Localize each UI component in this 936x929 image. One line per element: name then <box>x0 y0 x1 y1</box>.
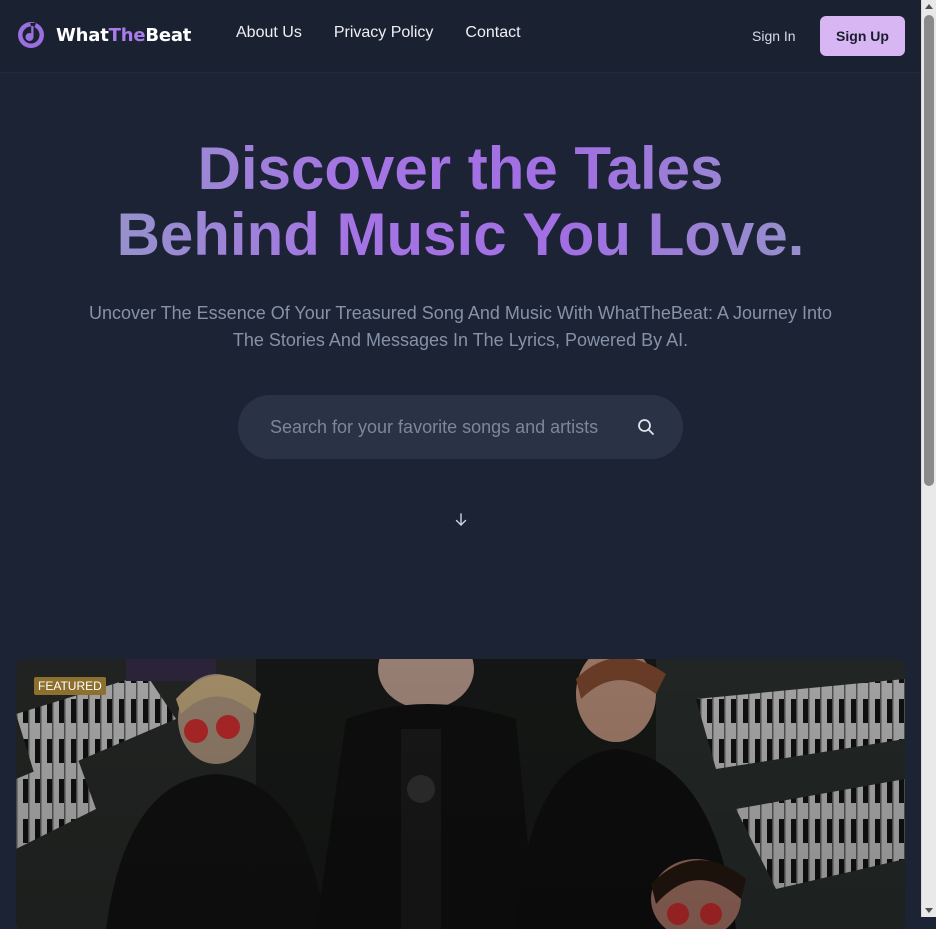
page-scrollbar[interactable] <box>921 0 936 917</box>
music-note-logo-icon <box>18 22 44 48</box>
sign-up-button[interactable]: Sign Up <box>820 16 905 56</box>
brand-logo[interactable]: WhatTheBeat <box>16 19 191 51</box>
brand-name: WhatTheBeat <box>56 25 191 46</box>
search-icon <box>638 419 654 435</box>
hero-subtitle-line-1: Uncover The Essence Of Your Treasured So… <box>88 303 833 323</box>
nav-about-us[interactable]: About Us <box>236 24 302 42</box>
hero-subtitle: Uncover The Essence Of Your Treasured So… <box>80 300 841 354</box>
search-input[interactable] <box>238 395 618 459</box>
nav-contact[interactable]: Contact <box>465 24 520 42</box>
scroll-up-arrow-icon[interactable] <box>925 4 933 9</box>
brand-name-accent: The <box>108 24 146 46</box>
nav-privacy-policy[interactable]: Privacy Policy <box>334 24 434 42</box>
scrollbar-thumb[interactable] <box>924 15 934 486</box>
featured-image <box>16 659 905 929</box>
main-nav: About Us Privacy Policy Contact <box>236 24 521 42</box>
search-button[interactable] <box>630 411 662 443</box>
search-bar <box>238 395 683 459</box>
featured-badge: FEATURED <box>34 677 106 695</box>
scroll-down-arrow-icon[interactable] <box>925 908 933 913</box>
site-header: WhatTheBeat About Us Privacy Policy Cont… <box>0 0 921 73</box>
hero-title-line-1: Discover the Tales <box>197 135 724 202</box>
hero-title-line-2: Behind Music You Love. <box>116 201 805 268</box>
featured-card[interactable]: FEATURED <box>16 659 905 929</box>
hero-subtitle-line-2: The Stories And Messages In The Lyrics, … <box>232 330 689 350</box>
brand-name-prefix: What <box>56 24 109 46</box>
arrow-down-icon <box>455 513 467 526</box>
sign-in-button[interactable]: Sign In <box>742 22 806 50</box>
brand-name-suffix: Beat <box>145 24 192 46</box>
scroll-down-button[interactable] <box>451 510 471 530</box>
hero-title: Discover the Tales Behind Music You Love… <box>0 136 921 268</box>
